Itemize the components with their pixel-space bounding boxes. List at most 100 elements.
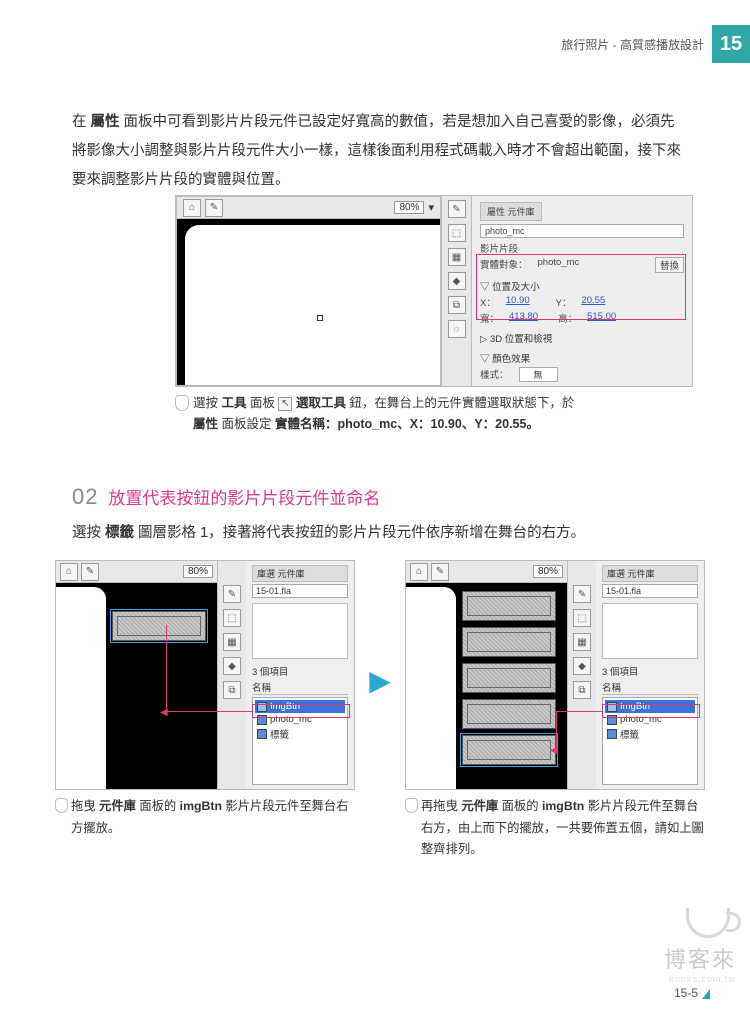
imgbtn-instance[interactable] xyxy=(462,735,556,765)
imgbtn-instance[interactable] xyxy=(462,591,556,621)
instance-name-field[interactable]: photo_mc xyxy=(480,224,684,238)
library-preview xyxy=(602,603,698,659)
stage-toolbar: ⌂ ✎ 80% xyxy=(56,561,217,583)
figure-1: ⌂ ✎ 80% ▾ ✎ ⬚ ▦ ◆ ⧉ ◌ 屬性 元件庫 photo_mc 影片… xyxy=(175,195,695,436)
tool-dock: ✎ ⬚ ▦ ◆ ⧉ xyxy=(568,561,596,789)
intro-paragraph: 在 屬性 面板中可看到影片片段元件已設定好寬高的數值，若是想加入自己喜愛的影像，… xyxy=(72,108,682,195)
dropdown-icon[interactable]: ▾ xyxy=(428,201,434,214)
file-select[interactable]: 15-01.fla xyxy=(602,584,698,598)
highlight-box xyxy=(476,254,686,320)
stage-area: ⌂ ✎ 80% xyxy=(56,561,218,789)
watermark-url: books.com.tw xyxy=(664,974,736,984)
edit-icon: ✎ xyxy=(81,563,99,581)
imgbtn-instance[interactable] xyxy=(112,611,206,641)
breadcrumb: 旅行照片 - 高質感播放設計 xyxy=(561,36,704,53)
figure-3: ⌂ ✎ 80% ✎ ⬚ ▦ ◆ ⧉ 庫選 元件庫 15-01.f xyxy=(405,560,705,861)
properties-panel: 屬性 元件庫 photo_mc 影片片段 實體對象： photo_mc 替換 ▽… xyxy=(471,196,692,386)
movieclip-icon xyxy=(257,729,267,739)
stage-canvas[interactable] xyxy=(177,219,440,385)
arrow-head-icon: ◀ xyxy=(550,745,558,756)
corner-triangle-icon xyxy=(702,989,710,999)
tool-icon[interactable]: ✎ xyxy=(448,200,466,218)
screenshot-properties: ⌂ ✎ 80% ▾ ✎ ⬚ ▦ ◆ ⧉ ◌ 屬性 元件庫 photo_mc 影片… xyxy=(175,195,693,387)
stage-area: ⌂ ✎ 80% xyxy=(406,561,568,789)
tool-icon[interactable]: ◆ xyxy=(223,657,241,675)
name-column: 名稱 xyxy=(252,680,348,695)
photo-mc-instance[interactable] xyxy=(185,225,440,385)
tool-dock: ✎ ⬚ ▦ ◆ ⧉ xyxy=(218,561,246,789)
item-count: 3 個項目 xyxy=(252,664,348,678)
figure-row: ⌂ ✎ 80% ✎ ⬚ ▦ ◆ ⧉ 庫選 元件庫 15-01.fla 3 個項目… xyxy=(55,560,705,861)
tool-dock: ✎ ⬚ ▦ ◆ ⧉ ◌ xyxy=(441,196,471,386)
screenshot-drag-five: ⌂ ✎ 80% ✎ ⬚ ▦ ◆ ⧉ 庫選 元件庫 15-01.f xyxy=(405,560,705,790)
tool-icon[interactable]: ⬚ xyxy=(223,609,241,627)
highlight-box xyxy=(602,704,700,718)
step-number: 02 xyxy=(72,484,98,509)
figure-2: ⌂ ✎ 80% ✎ ⬚ ▦ ◆ ⧉ 庫選 元件庫 15-01.fla 3 個項目… xyxy=(55,560,355,839)
selection-handle[interactable] xyxy=(317,315,323,321)
annotation-arrow xyxy=(556,711,602,712)
step-02-heading: 02 放置代表按鈕的影片片段元件並命名 xyxy=(72,484,380,510)
stage-area: ⌂ ✎ 80% ▾ xyxy=(176,196,441,386)
library-item-label[interactable]: 標籤 xyxy=(255,726,345,742)
step-02-description: 選按 標籤 圖層影格 1，接著將代表按鈕的影片片段元件依序新增在舞台的右方。 xyxy=(72,520,682,548)
tool-icon[interactable]: ◆ xyxy=(448,272,466,290)
arrow-right-icon: ▶ xyxy=(365,664,395,697)
photo-panel xyxy=(406,587,456,789)
tool-icon[interactable]: ⧉ xyxy=(448,296,466,314)
stage-toolbar: ⌂ ✎ 80% ▾ xyxy=(177,197,440,219)
panel-tabs[interactable]: 屬性 元件庫 xyxy=(480,202,542,221)
imgbtn-instance[interactable] xyxy=(462,699,556,729)
page-footer: 15-5 xyxy=(674,986,710,1000)
library-panel: 庫選 元件庫 15-01.fla 3 個項目 名稱 ImgBtn photo_m… xyxy=(596,561,704,789)
panel-tabs[interactable]: 庫選 元件庫 xyxy=(252,565,348,582)
tool-icon[interactable]: ▦ xyxy=(573,633,591,651)
watermark: 博客來 books.com.tw xyxy=(664,908,736,984)
tool-icon[interactable]: ✎ xyxy=(223,585,241,603)
figure-3-caption: 再拖曳 元件庫 面板的 imgBtn 影片片段元件至舞台右方，由上而下的擺放，一… xyxy=(405,796,705,861)
tool-icon[interactable]: ◆ xyxy=(573,657,591,675)
page-number: 15-5 xyxy=(674,986,698,1000)
tool-icon[interactable]: ◌ xyxy=(448,320,466,338)
scene-icon: ⌂ xyxy=(60,563,78,581)
library-preview xyxy=(252,603,348,659)
step-title: 放置代表按鈕的影片片段元件並命名 xyxy=(108,489,380,508)
file-select[interactable]: 15-01.fla xyxy=(252,584,348,598)
item-count: 3 個項目 xyxy=(602,664,698,678)
tool-icon[interactable]: ▦ xyxy=(448,248,466,266)
chapter-number-badge: 15 xyxy=(712,25,750,63)
stage-toolbar: ⌂ ✎ 80% xyxy=(406,561,567,583)
imgbtn-instance[interactable] xyxy=(462,627,556,657)
color-header[interactable]: ▽ 顏色效果 xyxy=(480,351,684,365)
zoom-field[interactable]: 80% xyxy=(394,201,424,214)
photo-panel xyxy=(56,587,106,789)
instance-type: 影片片段 xyxy=(480,241,684,255)
3d-header[interactable]: ▷ 3D 位置和檢視 xyxy=(480,331,684,345)
zoom-field[interactable]: 80% xyxy=(183,565,213,578)
name-column: 名稱 xyxy=(602,680,698,695)
watermark-name: 博客來 xyxy=(664,942,736,974)
tool-icon[interactable]: ⬚ xyxy=(448,224,466,242)
figure-1-caption: 選按 工具 面板 ↖ 選取工具 鈕，在舞台上的元件實體選取狀態下，於 屬性 面板… xyxy=(175,393,695,436)
style-select[interactable]: 無 xyxy=(519,367,558,382)
page-header: 旅行照片 - 高質感播放設計 15 xyxy=(561,25,750,63)
cup-icon xyxy=(686,908,730,938)
annotation-arrow xyxy=(166,711,252,712)
panel-tabs[interactable]: 庫選 元件庫 xyxy=(602,565,698,582)
scene-icon: ⌂ xyxy=(410,563,428,581)
library-panel: 庫選 元件庫 15-01.fla 3 個項目 名稱 ImgBtn photo_m… xyxy=(246,561,354,789)
tool-icon[interactable]: ▦ xyxy=(223,633,241,651)
tool-icon[interactable]: ⧉ xyxy=(573,681,591,699)
scene-icon: ⌂ xyxy=(183,199,201,217)
tool-icon[interactable]: ⧉ xyxy=(223,681,241,699)
edit-icon: ✎ xyxy=(205,199,223,217)
movieclip-icon xyxy=(607,729,617,739)
zoom-field[interactable]: 80% xyxy=(533,565,563,578)
highlight-box xyxy=(252,704,350,718)
tool-icon[interactable]: ✎ xyxy=(573,585,591,603)
figure-2-caption: 拖曳 元件庫 面板的 imgBtn 影片片段元件至舞台右方擺放。 xyxy=(55,796,355,839)
imgbtn-instance[interactable] xyxy=(462,663,556,693)
edit-icon: ✎ xyxy=(431,563,449,581)
tool-icon[interactable]: ⬚ xyxy=(573,609,591,627)
library-item-label[interactable]: 標籤 xyxy=(605,726,695,742)
